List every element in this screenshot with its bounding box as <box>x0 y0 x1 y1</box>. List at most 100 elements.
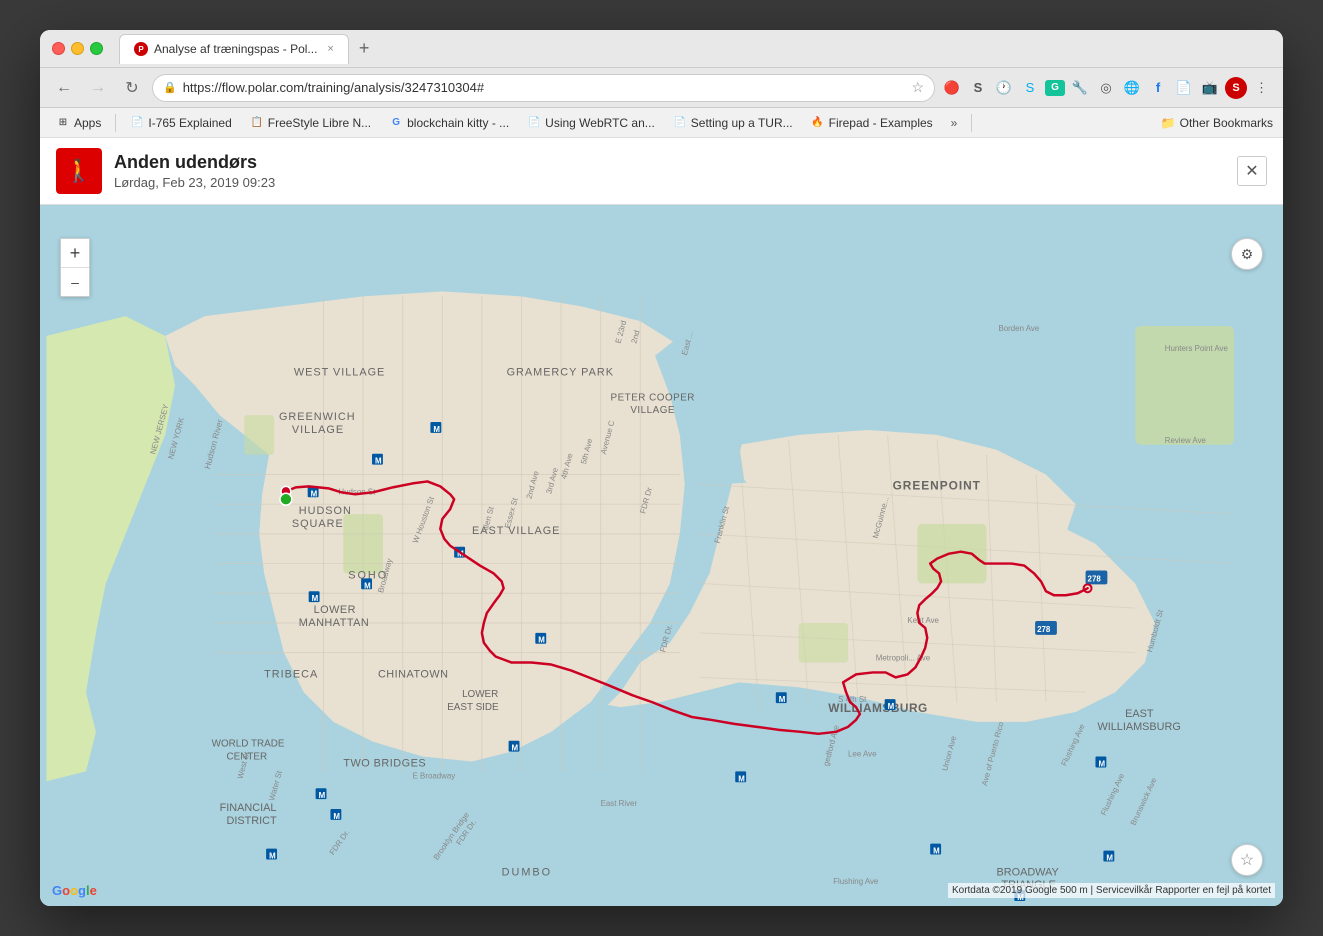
svg-text:M: M <box>319 791 326 800</box>
tab-close-btn[interactable]: × <box>327 43 333 55</box>
svg-text:LOWER: LOWER <box>462 689 498 700</box>
bookmark-firepad-label: Firepad - Examples <box>829 116 933 130</box>
svg-text:PETER COOPER: PETER COOPER <box>611 392 695 403</box>
bookmark-tur[interactable]: 📄 Setting up a TUR... <box>667 114 799 132</box>
svg-text:VILLAGE: VILLAGE <box>292 424 344 436</box>
refresh-button[interactable]: ↻ <box>118 74 146 102</box>
content-area: WEST VILLAGE GREENWICH VILLAGE GRAMERCY … <box>40 138 1283 906</box>
active-tab[interactable]: P Analyse af træningspas - Pol... × <box>119 34 349 64</box>
svg-text:WEST VILLAGE: WEST VILLAGE <box>294 367 385 379</box>
bookmark-i765-label: I-765 Explained <box>148 116 231 130</box>
extension-globe-icon[interactable]: 🌐 <box>1121 77 1143 99</box>
svg-text:M: M <box>333 812 340 821</box>
map-container[interactable]: WEST VILLAGE GREENWICH VILLAGE GRAMERCY … <box>40 138 1283 906</box>
maximize-traffic-light[interactable] <box>90 42 103 55</box>
svg-text:TWO BRIDGES: TWO BRIDGES <box>343 757 426 769</box>
extension-facebook-icon[interactable]: f <box>1147 77 1169 99</box>
svg-text:Lee Ave: Lee Ave <box>848 750 877 759</box>
svg-text:M: M <box>933 847 940 856</box>
close-traffic-light[interactable] <box>52 42 65 55</box>
extension-red-icon[interactable]: 🔴 <box>941 77 963 99</box>
url-text: https://flow.polar.com/training/analysis… <box>183 80 906 95</box>
svg-text:WILLIAMSBURG: WILLIAMSBURG <box>1097 721 1180 733</box>
svg-text:278: 278 <box>1037 625 1051 634</box>
svg-text:TRIBECA: TRIBECA <box>264 668 318 680</box>
new-tab-button[interactable]: + <box>353 36 376 61</box>
tur-favicon: 📄 <box>673 116 687 130</box>
svg-text:GRAMERCY PARK: GRAMERCY PARK <box>507 367 614 379</box>
other-bookmarks-btn[interactable]: 📁 Other Bookmarks <box>1161 116 1273 130</box>
zoom-controls: + – <box>60 238 90 297</box>
other-bookmarks-label: Other Bookmarks <box>1180 116 1273 130</box>
svg-text:M: M <box>888 702 895 711</box>
svg-text:Flushing Ave: Flushing Ave <box>833 877 879 886</box>
bookmark-blockchain-label: blockchain kitty - ... <box>407 116 509 130</box>
bookmark-i765[interactable]: 📄 I-765 Explained <box>124 114 237 132</box>
i765-favicon: 📄 <box>130 116 144 130</box>
more-options-icon[interactable]: ⋮ <box>1251 77 1273 99</box>
extension-grammarly-icon[interactable]: G <box>1045 80 1065 96</box>
bookmark-star-icon[interactable]: ☆ <box>911 79 924 96</box>
extension-skype-icon[interactable]: S <box>1019 77 1041 99</box>
extension-s-icon[interactable]: S <box>967 77 989 99</box>
bookmark-divider-1 <box>115 114 116 132</box>
svg-text:WORLD TRADE: WORLD TRADE <box>212 739 285 750</box>
svg-text:M: M <box>269 851 276 860</box>
extension-clock-icon[interactable]: 🕐 <box>993 77 1015 99</box>
browser-window: P Analyse af træningspas - Pol... × + ← … <box>40 30 1283 906</box>
svg-text:FINANCIAL: FINANCIAL <box>220 802 277 814</box>
svg-text:BROADWAY: BROADWAY <box>997 866 1060 878</box>
svg-text:EAST: EAST <box>1125 708 1154 720</box>
zoom-in-button[interactable]: + <box>61 239 89 267</box>
bookmark-apps[interactable]: ⊞ Apps <box>50 114 107 132</box>
bookmarks-bar: ⊞ Apps 📄 I-765 Explained 📋 FreeStyle Lib… <box>40 108 1283 138</box>
google-logo: Google <box>52 883 97 898</box>
folder-icon: 📁 <box>1161 116 1176 130</box>
svg-text:East River: East River <box>601 799 638 808</box>
bookmark-webrtc[interactable]: 📄 Using WebRTC an... <box>521 114 661 132</box>
map-attribution: Kortdata ©2019 Google 500 m | Servicevil… <box>948 883 1275 898</box>
svg-text:Borden Ave: Borden Ave <box>998 324 1039 333</box>
bookmark-blockchain[interactable]: G blockchain kitty - ... <box>383 114 515 132</box>
svg-text:M: M <box>311 489 318 498</box>
svg-text:HUDSON: HUDSON <box>299 505 352 517</box>
svg-text:E Broadway: E Broadway <box>413 771 456 780</box>
svg-text:Review Ave: Review Ave <box>1165 436 1207 445</box>
bookmarks-more-btn[interactable]: » <box>945 114 964 132</box>
activity-icon: 🚶 <box>56 148 102 194</box>
svg-text:M: M <box>364 581 371 590</box>
tab-bar: P Analyse af træningspas - Pol... × + <box>119 34 1271 64</box>
google-e: e <box>90 883 97 898</box>
zoom-out-button[interactable]: – <box>61 268 89 296</box>
google-o1: o <box>62 883 70 898</box>
back-button[interactable]: ← <box>50 74 78 102</box>
svg-text:M: M <box>538 636 545 645</box>
extension-addon-icon[interactable]: 🔧 <box>1069 77 1091 99</box>
bookmark-webrtc-label: Using WebRTC an... <box>545 116 655 130</box>
svg-text:LOWER: LOWER <box>314 604 356 616</box>
activity-title: Anden udendørs <box>114 152 1225 173</box>
bookmark-tur-label: Setting up a TUR... <box>691 116 793 130</box>
svg-text:DUMBO: DUMBO <box>502 866 552 878</box>
tab-favicon: P <box>134 42 148 56</box>
svg-text:SQUARE: SQUARE <box>292 518 344 530</box>
user-avatar[interactable]: S <box>1225 77 1247 99</box>
minimize-traffic-light[interactable] <box>71 42 84 55</box>
svg-text:M: M <box>375 457 382 466</box>
extension-feather-icon[interactable]: 📄 <box>1173 77 1195 99</box>
extension-cast-icon[interactable]: 📺 <box>1199 77 1221 99</box>
bookmark-freestyle[interactable]: 📋 FreeStyle Libre N... <box>244 114 377 132</box>
extension-circle-icon[interactable]: ◎ <box>1095 77 1117 99</box>
map-settings-button[interactable]: ⚙ <box>1231 238 1263 270</box>
bookmark-firepad[interactable]: 🔥 Firepad - Examples <box>805 114 939 132</box>
firepad-favicon: 🔥 <box>811 116 825 130</box>
address-bar[interactable]: 🔒 https://flow.polar.com/training/analys… <box>152 74 935 102</box>
map-star-button[interactable]: ☆ <box>1231 844 1263 876</box>
forward-button[interactable]: → <box>84 74 112 102</box>
google-g2: g <box>78 883 86 898</box>
svg-text:M: M <box>312 594 319 603</box>
svg-text:EAST SIDE: EAST SIDE <box>447 702 499 713</box>
activity-close-button[interactable]: ✕ <box>1237 156 1267 186</box>
google-o2: o <box>70 883 78 898</box>
svg-text:Kent Ave: Kent Ave <box>907 616 939 625</box>
